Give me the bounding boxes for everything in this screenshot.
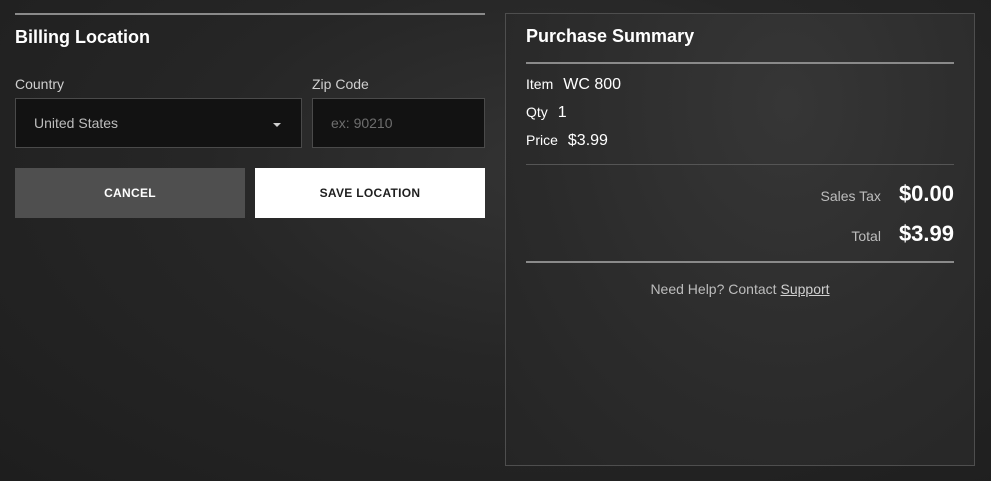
zip-field: Zip Code xyxy=(312,76,485,148)
price-row: Price $3.99 xyxy=(526,132,954,160)
country-field: Country United States xyxy=(15,76,302,148)
total-label: Total xyxy=(851,228,881,244)
qty-value: 1 xyxy=(557,104,567,121)
country-select[interactable]: United States xyxy=(15,98,302,148)
item-label: Item xyxy=(526,76,554,92)
save-location-button[interactable]: SAVE LOCATION xyxy=(255,168,485,218)
item-row: Item WC 800 xyxy=(526,76,954,104)
summary-totals: Sales Tax $0.00 Total $3.99 xyxy=(526,181,954,261)
sales-tax-label: Sales Tax xyxy=(820,188,881,204)
billing-title: Billing Location xyxy=(15,27,150,47)
billing-fields: Country United States Zip Code xyxy=(15,76,485,148)
item-value: WC 800 xyxy=(563,76,622,93)
support-link[interactable]: Support xyxy=(781,281,830,297)
caret-down-icon xyxy=(273,123,281,127)
qty-row: Qty 1 xyxy=(526,104,954,132)
help-text: Need Help? Contact Support xyxy=(526,281,954,297)
items-divider xyxy=(526,164,954,165)
totals-divider xyxy=(526,261,954,263)
billing-divider xyxy=(15,13,485,15)
billing-location-section: Billing Location Country United States Z… xyxy=(15,13,485,218)
sales-tax-value: $0.00 xyxy=(898,181,954,206)
cancel-button[interactable]: CANCEL xyxy=(15,168,245,218)
country-label: Country xyxy=(15,76,65,92)
summary-title: Purchase Summary xyxy=(526,26,695,46)
total-row: Total $3.99 xyxy=(526,221,954,261)
billing-buttons: CANCEL SAVE LOCATION xyxy=(15,168,485,218)
price-label: Price xyxy=(526,132,558,148)
help-prompt: Need Help? Contact xyxy=(650,281,777,297)
sales-tax-row: Sales Tax $0.00 xyxy=(526,181,954,221)
zip-label: Zip Code xyxy=(312,76,369,92)
qty-label: Qty xyxy=(526,104,548,120)
total-value: $3.99 xyxy=(898,221,954,246)
price-value: $3.99 xyxy=(567,132,608,149)
summary-items: Item WC 800 Qty 1 Price $3.99 xyxy=(526,76,954,160)
purchase-summary-panel: Purchase Summary Item WC 800 Qty 1 Price… xyxy=(505,13,975,466)
summary-divider xyxy=(526,62,954,64)
zip-code-input[interactable] xyxy=(312,98,485,148)
country-selected-value: United States xyxy=(34,115,119,131)
